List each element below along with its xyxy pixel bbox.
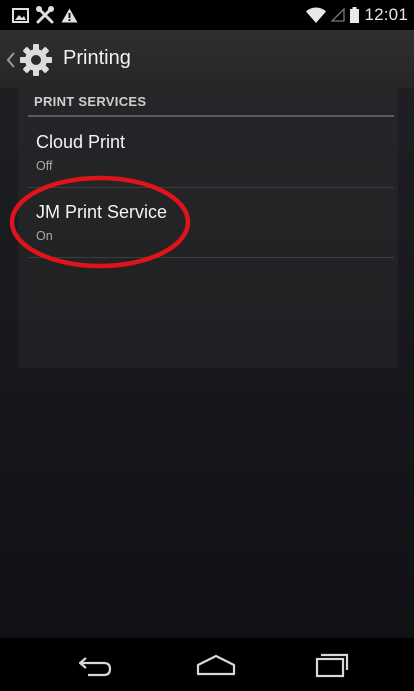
settings-content: PRINT SERVICES Cloud Print Off JM Print …	[0, 88, 414, 638]
image-icon	[12, 7, 29, 23]
service-status: On	[36, 229, 53, 243]
list-divider	[28, 257, 394, 258]
service-status: Off	[36, 159, 53, 173]
gear-icon	[20, 44, 52, 76]
section-divider	[28, 115, 394, 117]
nav-home-button[interactable]	[186, 646, 246, 684]
status-bar: 12:01	[0, 0, 414, 30]
service-item-jm-print-service[interactable]: JM Print Service On	[28, 188, 394, 258]
tools-icon	[36, 6, 54, 24]
section-header-print-services: PRINT SERVICES	[34, 94, 147, 109]
navigation-bar	[0, 638, 414, 691]
service-title: JM Print Service	[36, 202, 168, 222]
back-icon	[78, 657, 112, 677]
signal-icon	[331, 8, 346, 22]
chevron-left-icon	[6, 52, 15, 68]
notification-icons	[12, 5, 78, 25]
clock: 12:01	[364, 5, 408, 24]
page-title: Printing	[63, 47, 131, 69]
recents-icon	[315, 653, 349, 678]
home-icon	[196, 654, 236, 676]
battery-icon	[350, 7, 360, 23]
up-navigation-button[interactable]: Printing	[0, 30, 180, 88]
service-title: Cloud Print	[36, 132, 126, 152]
nav-back-button[interactable]	[66, 646, 126, 684]
nav-recents-button[interactable]	[300, 646, 360, 684]
warning-icon	[61, 8, 78, 22]
service-item-cloud-print[interactable]: Cloud Print Off	[28, 118, 394, 188]
action-bar: Printing	[0, 30, 414, 88]
printing-settings-screen: 12:01 Printing PRINT SERVICES Cloud Prin…	[0, 0, 414, 691]
wifi-icon	[306, 7, 327, 23]
system-icons: 12:01	[306, 5, 408, 25]
